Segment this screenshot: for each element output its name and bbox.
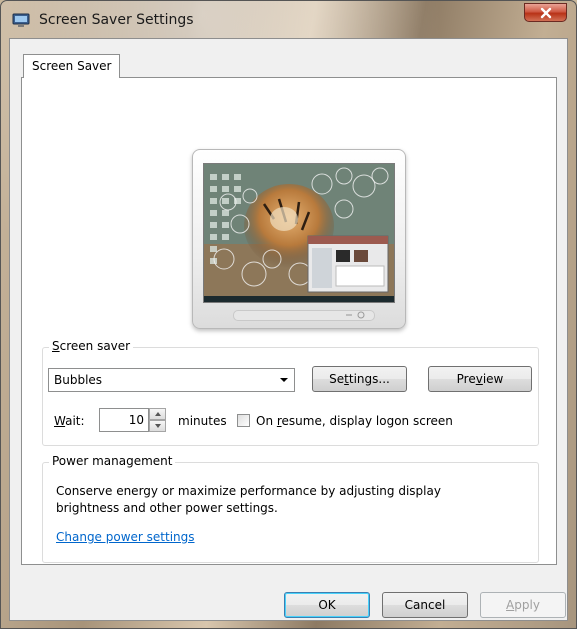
close-icon [540,7,551,18]
monitor-power-icon [346,311,365,319]
preview-monitor [192,149,406,329]
preview-screen [203,163,395,303]
chevron-down-icon [280,378,288,382]
screen-saver-group-label: Screen saver [49,339,134,353]
title-bar[interactable]: Screen Saver Settings [1,1,576,38]
screen-saver-app-icon [12,13,30,27]
wait-label: Wait: [54,414,85,428]
logon-on-resume-label[interactable]: On resume, display logon screen [256,414,453,428]
spinner-up-button[interactable] [149,408,166,420]
arrow-down-icon [155,424,161,428]
wait-minutes-input[interactable]: 10 [99,408,149,432]
dialog-client-area: Screen Saver Screen saver Bubbles Settin… [9,38,568,621]
spinner-down-button[interactable] [149,420,166,432]
power-description: Conserve energy or maximize performance … [56,484,441,515]
close-button[interactable] [524,3,567,22]
screen-saver-tab-panel: Screen saver Bubbles Settings... Preview… [21,77,557,565]
cancel-button[interactable]: Cancel [382,592,468,618]
wait-minutes-spinner[interactable] [149,408,166,432]
tab-screen-saver[interactable]: Screen Saver [23,54,121,78]
screen-saver-dropdown[interactable]: Bubbles [48,368,295,392]
preview-button[interactable]: Preview [428,366,532,392]
settings-button[interactable]: Settings... [312,366,407,392]
window-title: Screen Saver Settings [39,12,194,28]
preview-wallpaper-image [204,164,394,302]
screen-saver-settings-window: Screen Saver Settings Screen Saver Scree… [0,0,577,629]
tab-screen-saver-label: Screen Saver [32,59,112,73]
power-management-group-label: Power management [49,454,176,468]
minutes-label: minutes [178,414,227,428]
change-power-settings-link[interactable]: Change power settings [56,530,195,544]
apply-button[interactable]: Apply [480,592,566,618]
logon-on-resume-checkbox[interactable] [237,414,250,427]
ok-button[interactable]: OK [284,592,370,618]
screen-saver-selected-value: Bubbles [54,373,103,387]
arrow-up-icon [155,412,161,416]
